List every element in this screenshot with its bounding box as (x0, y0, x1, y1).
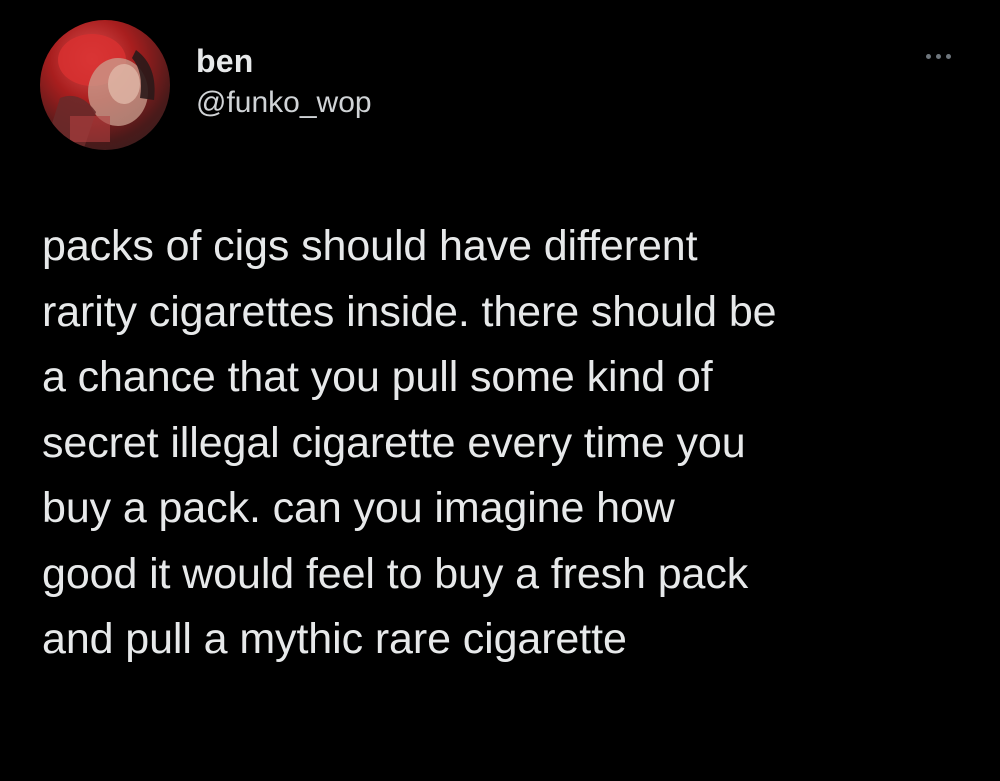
tweet-line: secret illegal cigarette every time you (42, 418, 746, 467)
tweet-header: ben @funko_wop (40, 20, 960, 150)
tweet-line: and pull a mythic rare cigarette (42, 615, 627, 663)
user-names: ben @funko_wop (196, 42, 372, 124)
more-horizontal-icon-dot (945, 53, 951, 59)
avatar-image (50, 34, 155, 148)
tweet-line: a chance that you pull some kind of (42, 353, 713, 401)
tweet-line: buy a pack. can you imagine how (42, 484, 675, 532)
tweet-line: good it would feel to buy a fresh pack (42, 549, 749, 598)
tweet-line: packs of cigs should have different (42, 222, 698, 270)
tweet-text: packs of cigs should have different rari… (42, 214, 972, 673)
more-horizontal-icon-dot (935, 53, 941, 59)
tweet-card: ben @funko_wop packs of cigs should have… (0, 0, 1000, 781)
more-horizontal-icon (925, 53, 931, 59)
avatar[interactable] (40, 20, 170, 150)
more-options-button[interactable] (916, 48, 960, 64)
display-name[interactable]: ben (196, 42, 372, 80)
user-handle[interactable]: @funko_wop (196, 82, 372, 124)
tweet-line: rarity cigarettes inside. there should b… (42, 287, 777, 336)
